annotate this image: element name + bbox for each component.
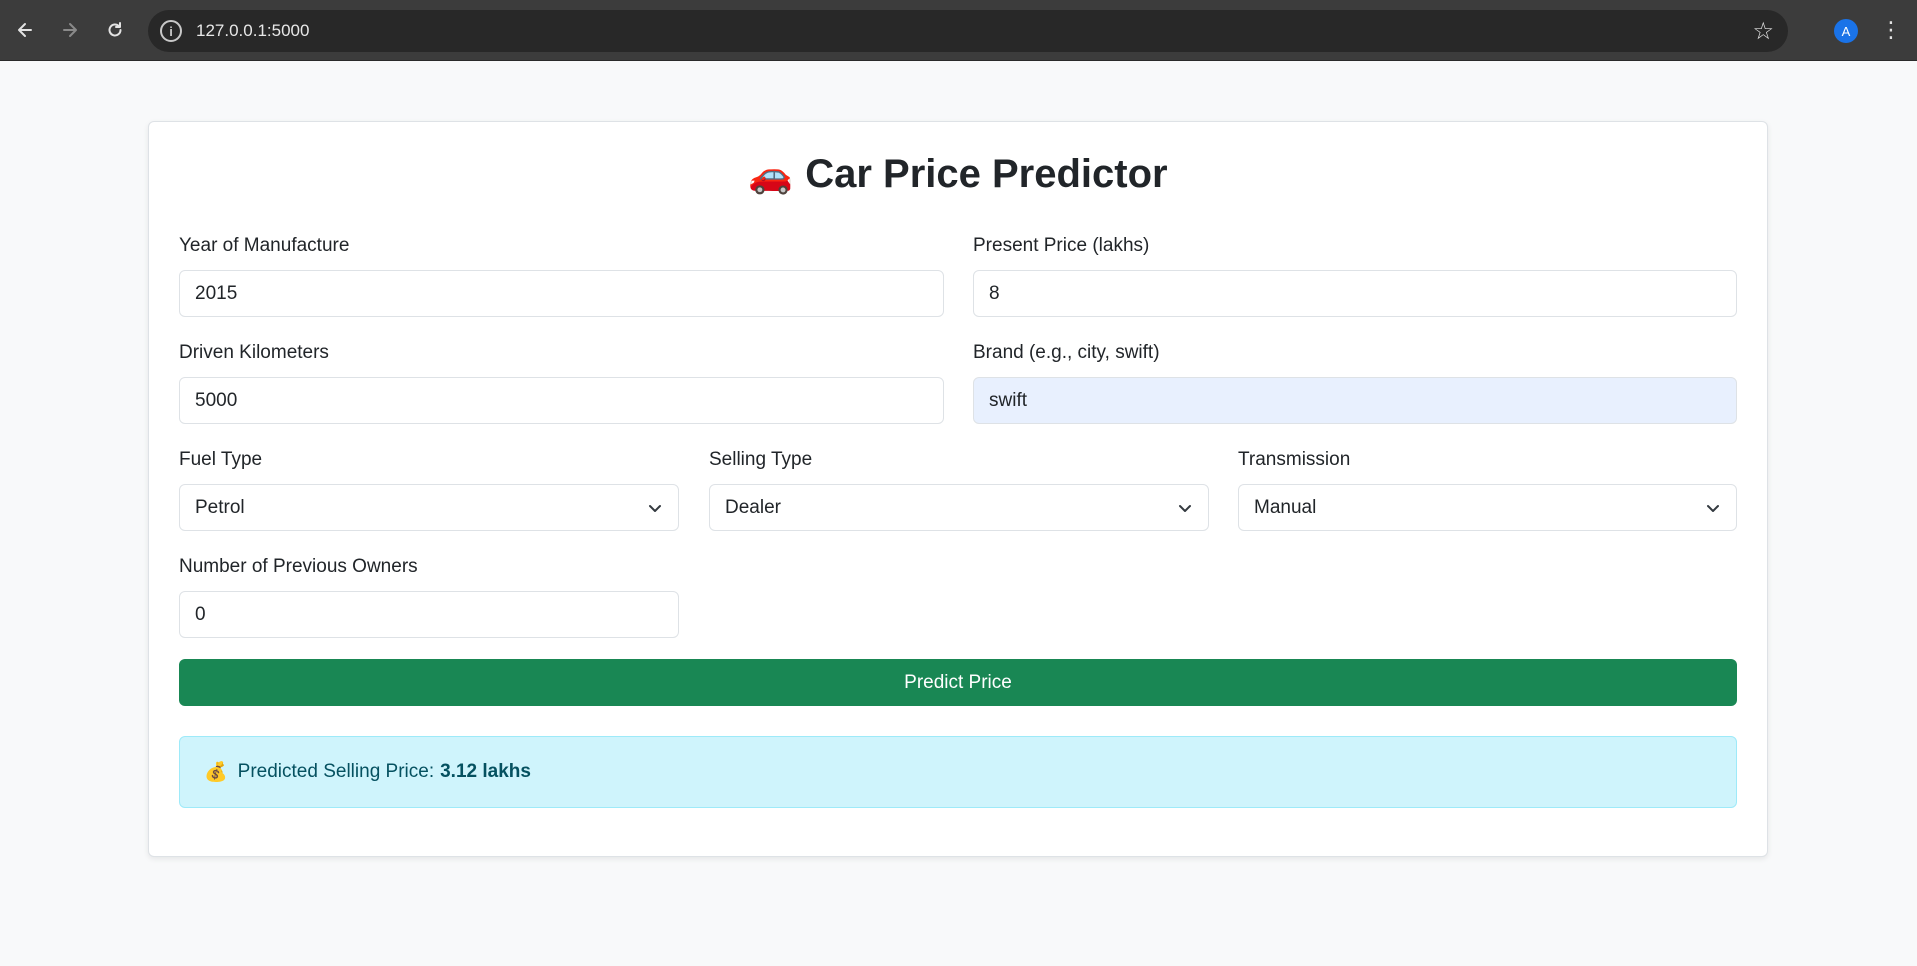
- present-price-input[interactable]: 8: [973, 270, 1737, 317]
- fuel-type-value: Petrol: [195, 496, 245, 518]
- kms-input[interactable]: 5000: [179, 377, 944, 424]
- brand-label: Brand (e.g., city, swift): [973, 342, 1160, 363]
- brand-input[interactable]: swift: [973, 377, 1737, 424]
- page-title-text: Car Price Predictor: [805, 152, 1168, 196]
- selling-type-select[interactable]: Dealer: [709, 484, 1209, 531]
- forward-icon[interactable]: [52, 12, 88, 48]
- chevron-down-icon: [1707, 504, 1719, 512]
- present-price-label: Present Price (lakhs): [973, 235, 1150, 256]
- back-icon[interactable]: [7, 12, 43, 48]
- car-icon: 🚗: [748, 154, 794, 195]
- predict-price-button[interactable]: Predict Price: [179, 659, 1737, 706]
- reload-icon[interactable]: [97, 12, 133, 48]
- owners-value: 0: [195, 603, 206, 625]
- browser-toolbar: i 127.0.0.1:5000 ☆ A ⋮: [0, 0, 1917, 61]
- url-text: 127.0.0.1:5000: [196, 21, 310, 40]
- year-value: 2015: [195, 282, 238, 304]
- selling-type-value: Dealer: [725, 496, 781, 518]
- bookmark-star-icon[interactable]: ☆: [1752, 17, 1774, 46]
- result-value: 3.12 lakhs: [440, 761, 531, 782]
- transmission-select[interactable]: Manual: [1238, 484, 1737, 531]
- transmission-label: Transmission: [1238, 449, 1351, 470]
- profile-avatar[interactable]: A: [1834, 19, 1858, 43]
- owners-label: Number of Previous Owners: [179, 556, 418, 577]
- brand-value: swift: [989, 389, 1027, 411]
- money-bag-icon: 💰: [204, 762, 228, 783]
- result-prefix: Predicted Selling Price:: [237, 761, 435, 782]
- kms-value: 5000: [195, 389, 238, 411]
- fuel-type-select[interactable]: Petrol: [179, 484, 679, 531]
- owners-input[interactable]: 0: [179, 591, 679, 638]
- year-input[interactable]: 2015: [179, 270, 944, 317]
- site-info-icon[interactable]: i: [160, 20, 182, 42]
- selling-type-label: Selling Type: [709, 449, 813, 470]
- page-title: 🚗 Car Price Predictor: [149, 152, 1767, 197]
- chevron-down-icon: [1179, 504, 1191, 512]
- address-bar[interactable]: i 127.0.0.1:5000 ☆: [148, 10, 1788, 52]
- fuel-type-label: Fuel Type: [179, 449, 263, 470]
- kms-label: Driven Kilometers: [179, 342, 329, 363]
- year-label: Year of Manufacture: [179, 235, 350, 256]
- transmission-value: Manual: [1254, 496, 1317, 518]
- chevron-down-icon: [649, 504, 661, 512]
- predictor-card: 🚗 Car Price Predictor Year of Manufacture…: [148, 121, 1768, 857]
- prediction-result-alert: 💰 Predicted Selling Price: 3.12 lakhs: [179, 736, 1737, 808]
- browser-menu-icon[interactable]: ⋮: [1880, 14, 1902, 46]
- present-price-value: 8: [989, 282, 1000, 304]
